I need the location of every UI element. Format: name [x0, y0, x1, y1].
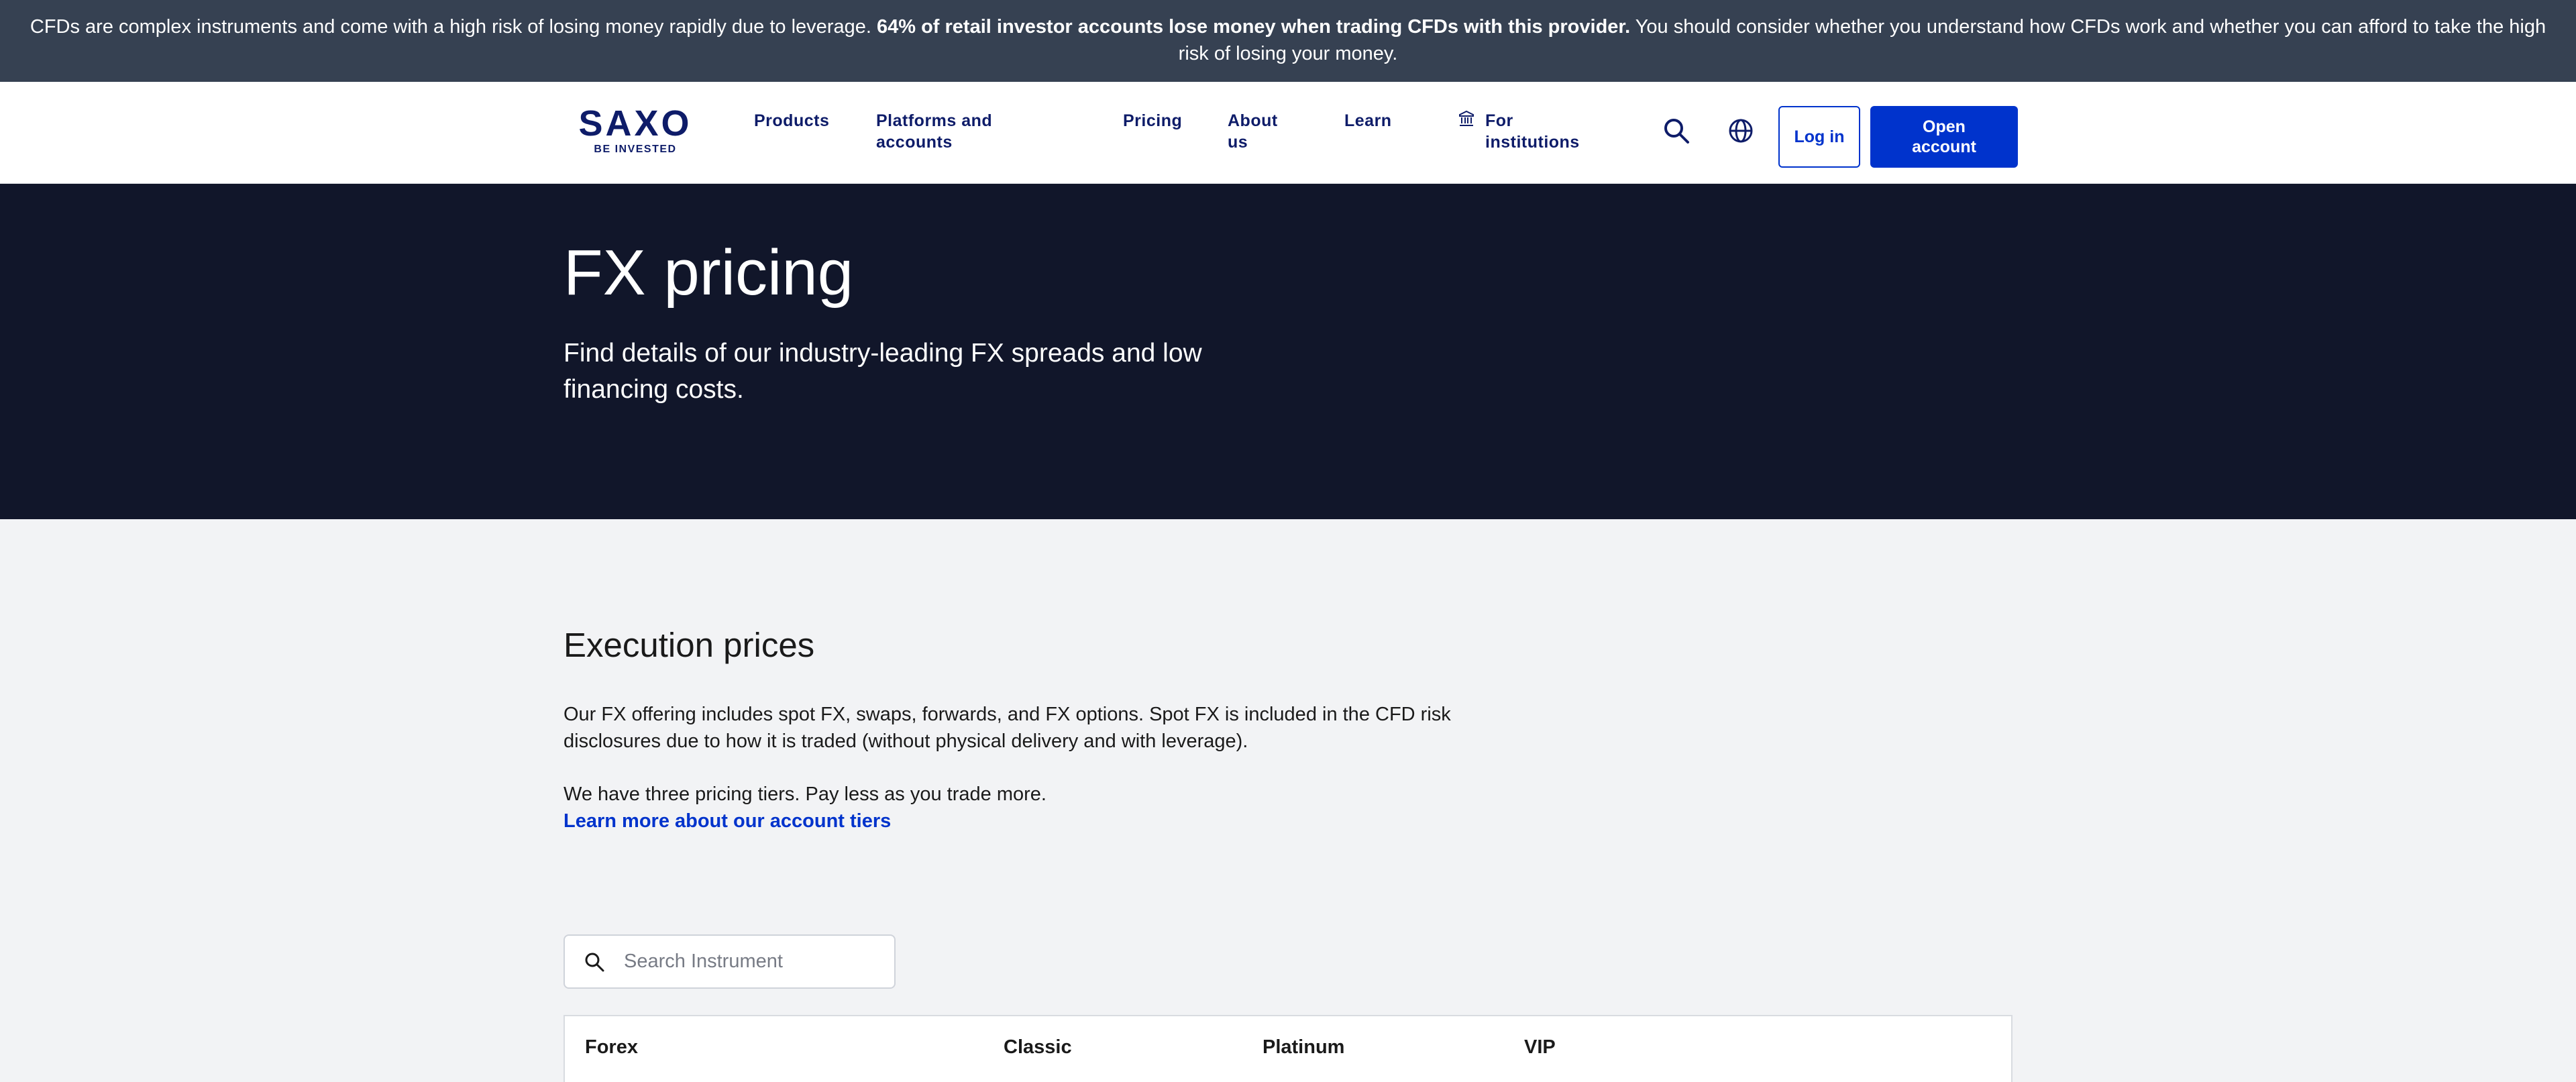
page-subtitle: Find details of our industry-leading FX …	[564, 339, 1202, 404]
logo-tagline: BE INVESTED	[594, 144, 677, 155]
fx-pricing-table: Forex Classic Platinum VIP	[564, 1015, 2012, 1082]
account-tiers-link[interactable]: Learn more about our account tiers	[564, 808, 891, 834]
nav-link-about-us[interactable]: About us	[1228, 110, 1301, 153]
instrument-search-input[interactable]	[623, 950, 877, 973]
execution-description: Our FX offering includes spot FX, swaps,…	[564, 704, 1451, 752]
pricing-tiers-text: We have three pricing tiers. Pay less as…	[564, 783, 1046, 805]
instrument-search[interactable]	[564, 934, 896, 989]
main-navigation: SAXO BE INVESTED Products Platforms and …	[0, 82, 2576, 184]
logo-wordmark: SAXO	[578, 103, 692, 144]
search-icon	[584, 951, 605, 973]
column-header-platinum[interactable]: Platinum	[1263, 1034, 1344, 1061]
nav-link-products[interactable]: Products	[754, 110, 829, 131]
search-button[interactable]	[1660, 115, 1693, 149]
globe-icon	[1728, 118, 1754, 147]
nav-link-learn[interactable]: Learn	[1344, 110, 1392, 131]
open-account-button[interactable]: Open account	[1870, 106, 2018, 168]
nav-link-pricing[interactable]: Pricing	[1123, 110, 1182, 131]
saxo-logo[interactable]: SAXO BE INVESTED	[578, 105, 692, 157]
nav-link-platforms-and-accounts[interactable]: Platforms and accounts	[876, 110, 1030, 153]
column-header-classic[interactable]: Classic	[1004, 1034, 1072, 1061]
section-title-execution-prices: Execution prices	[564, 626, 815, 664]
risk-warning-statistic: 64% of retail investor accounts lose mon…	[876, 16, 1631, 38]
risk-warning-banner: CFDs are complex instruments and come wi…	[0, 0, 2576, 82]
nav-link-for-institutions-label: For institutions	[1485, 111, 1580, 152]
page-title: FX pricing	[564, 237, 854, 309]
nav-link-for-institutions[interactable]: For institutions	[1458, 110, 1599, 153]
login-button[interactable]: Log in	[1778, 106, 1860, 168]
hero-section: FX pricing Find details of our industry-…	[0, 184, 2576, 519]
risk-warning-text: CFDs are complex instruments and come wi…	[30, 16, 877, 38]
bank-icon	[1458, 110, 1479, 153]
column-header-vip[interactable]: VIP	[1524, 1034, 1556, 1061]
search-icon	[1663, 117, 1690, 148]
column-header-forex[interactable]: Forex	[585, 1034, 638, 1061]
language-button[interactable]	[1724, 115, 1758, 149]
